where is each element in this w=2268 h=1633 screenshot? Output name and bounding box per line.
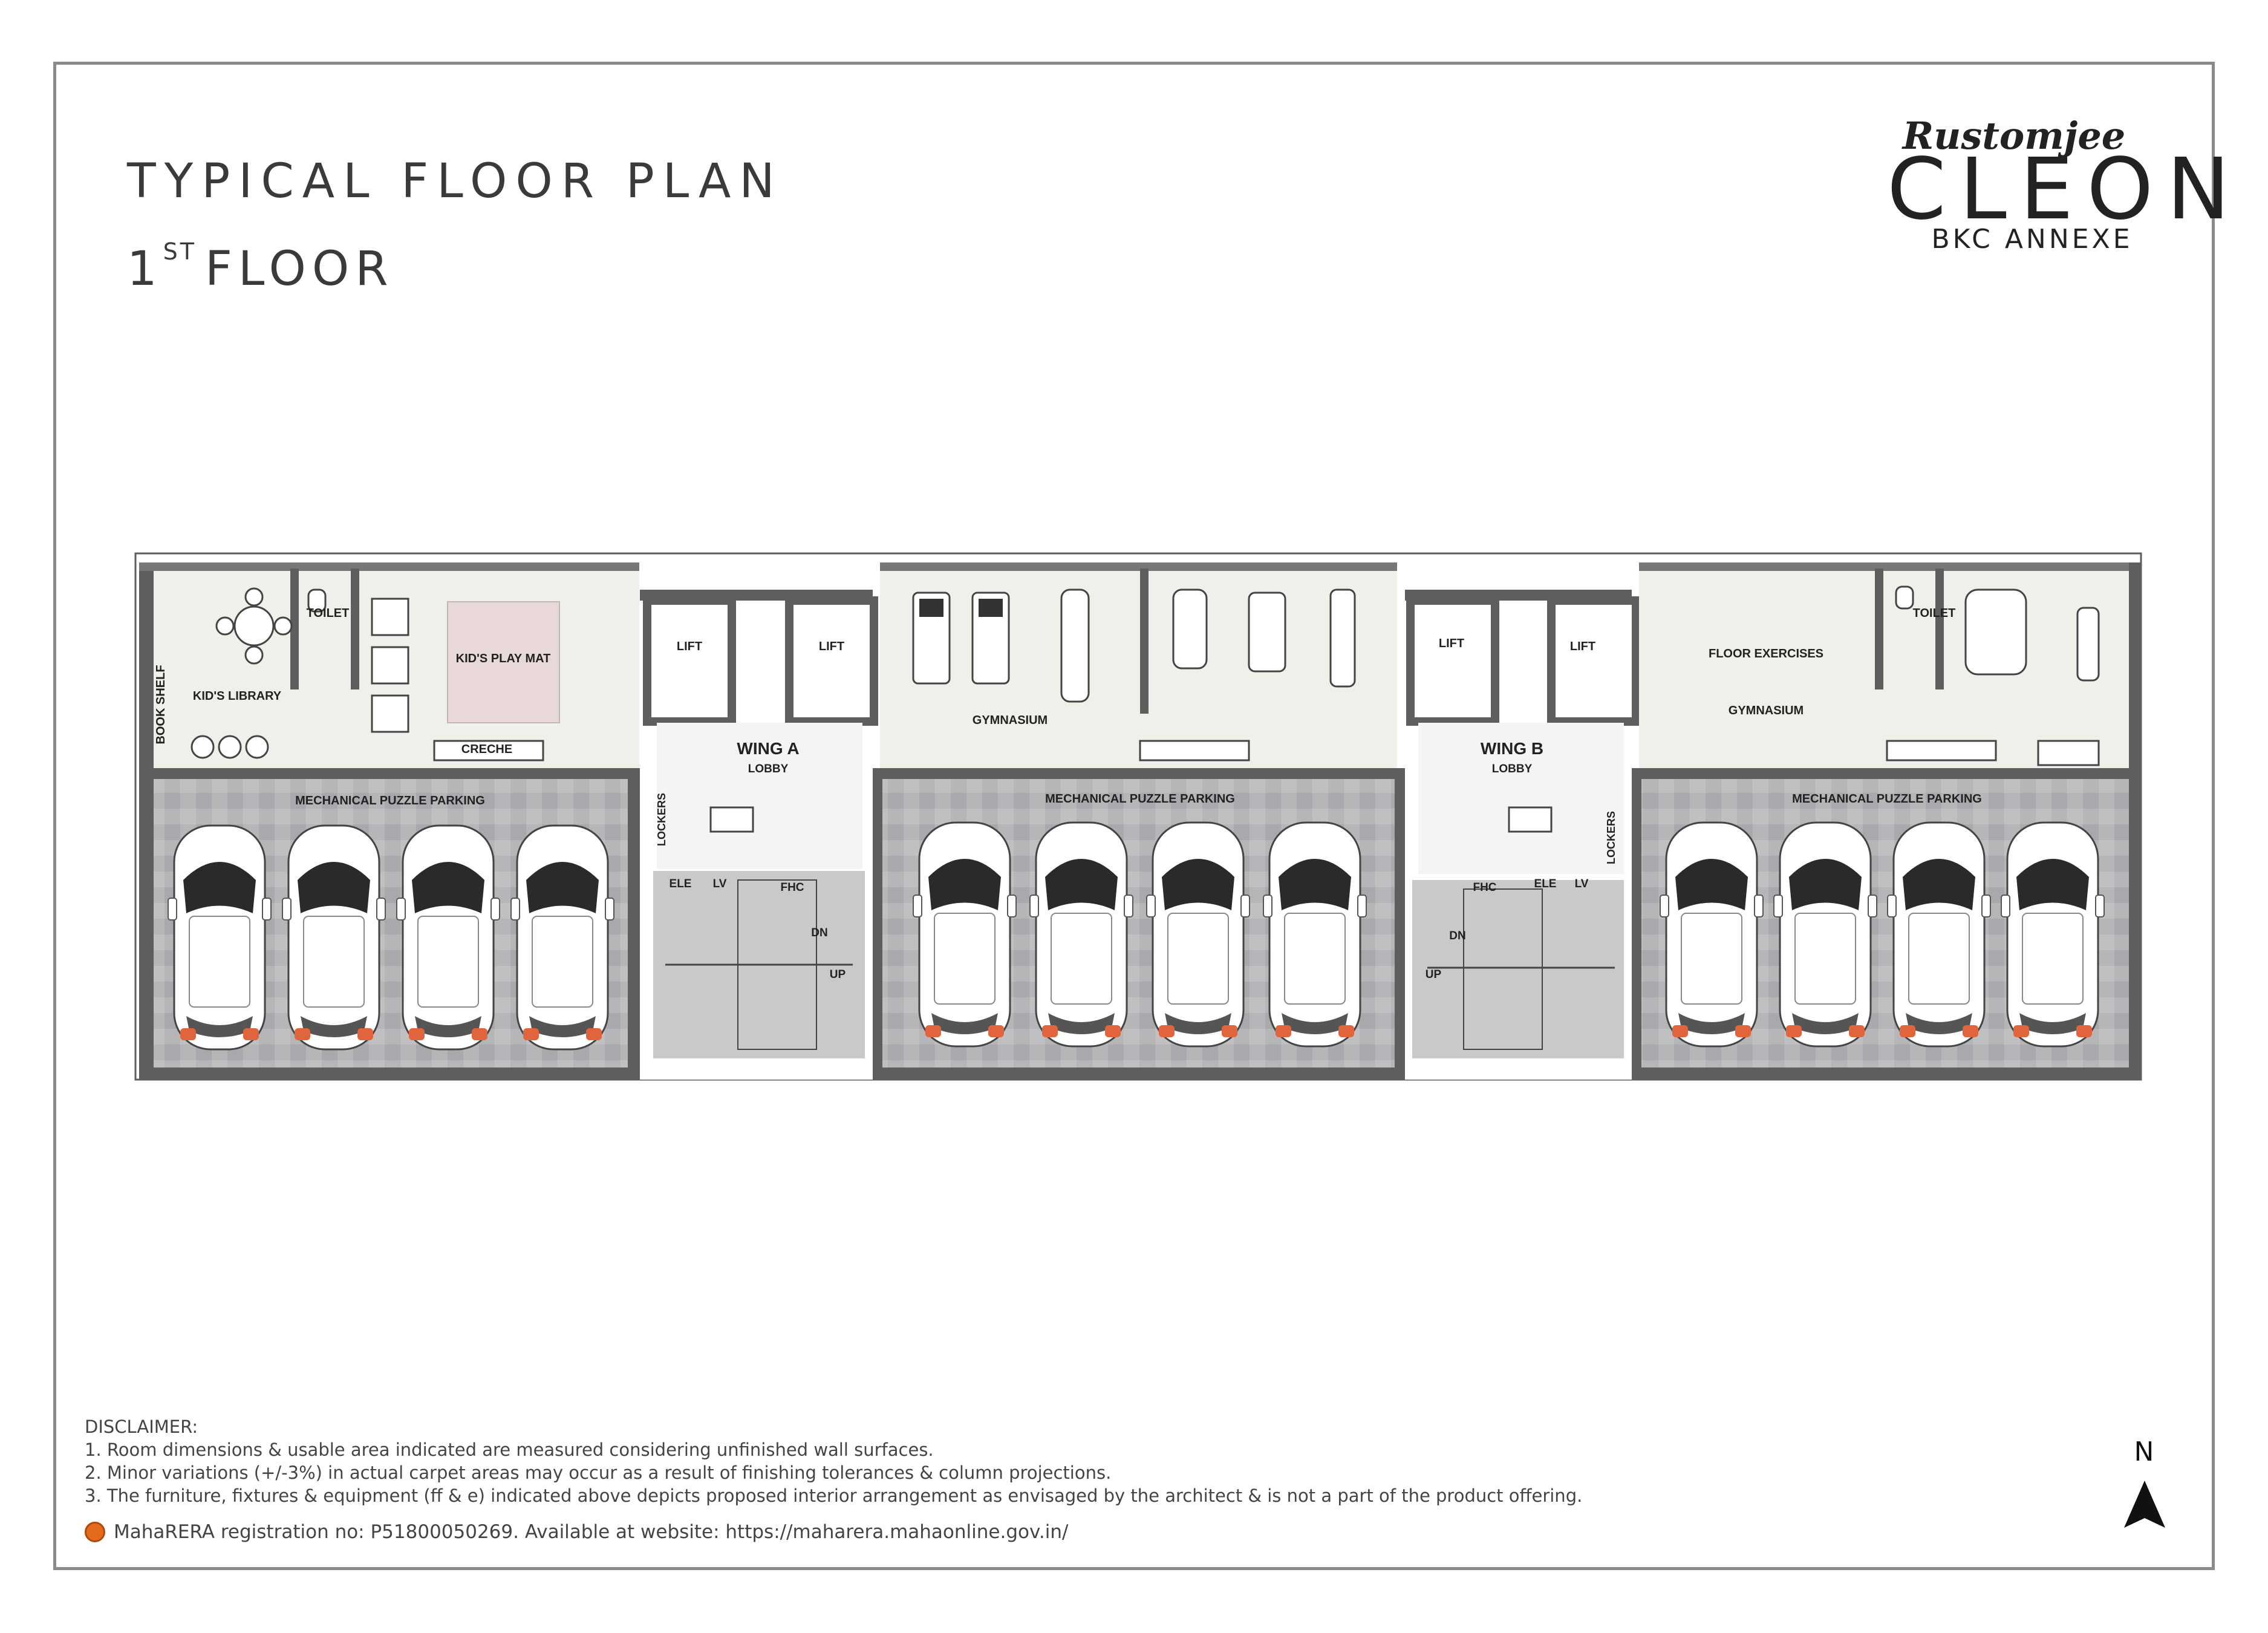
floor-heading: 1ST FLOOR <box>127 238 394 296</box>
label-lockers-b: LOCKERS <box>1605 811 1617 864</box>
label-ele-b: ELE <box>1534 878 1557 890</box>
label-parking-2: MECHANICAL PUZZLE PARKING <box>1045 792 1235 806</box>
label-lockers-a: LOCKERS <box>656 793 668 846</box>
label-creche: CRECHE <box>461 743 512 756</box>
north-label: N <box>2134 1436 2154 1467</box>
rera-text: MahaRERA registration no: P51800050269. … <box>114 1521 1069 1543</box>
car <box>2000 821 2105 1048</box>
label-lift-a2: LIFT <box>819 640 844 653</box>
car <box>1145 821 1251 1048</box>
project-location: BKC ANNEXE <box>1931 224 2133 255</box>
label-gym-a: GYMNASIUM <box>973 714 1048 727</box>
floor-suffix: ST <box>163 238 197 265</box>
car <box>396 824 501 1051</box>
label-wing-a: WING A <box>737 739 799 758</box>
label-ele-a: ELE <box>670 878 692 890</box>
car <box>1886 821 1992 1048</box>
rera-registration: MahaRERA registration no: P51800050269. … <box>85 1521 1069 1543</box>
car <box>1773 821 1878 1048</box>
car <box>912 821 1017 1048</box>
disclaimer-item: 1. Room dimensions & usable area indicat… <box>85 1439 934 1460</box>
label-fhc-b: FHC <box>1473 881 1496 894</box>
label-floor-exercises: FLOOR EXERCISES <box>1709 647 1823 660</box>
label-gym-b: GYMNASIUM <box>1729 704 1804 717</box>
floor-plan: BOOK SHELF KID'S LIBRARY TOILET CRECHE K… <box>134 552 2142 1081</box>
disclaimer: DISCLAIMER: 1. Room dimensions & usable … <box>85 1415 1582 1507</box>
disclaimer-heading: DISCLAIMER: <box>85 1416 198 1437</box>
label-lv-a: LV <box>713 878 727 890</box>
car <box>1029 821 1134 1048</box>
car <box>510 824 615 1051</box>
north-arrow-icon <box>2124 1481 2165 1528</box>
label-toilet-b: TOILET <box>1913 607 1956 620</box>
page-title: TYPICAL FLOOR PLAN <box>127 154 783 209</box>
label-lift-b1: LIFT <box>1439 637 1464 650</box>
label-lift-b2: LIFT <box>1570 640 1595 653</box>
floor-number: 1 <box>127 242 163 296</box>
label-toilet-a: TOILET <box>307 607 350 620</box>
car <box>167 824 272 1051</box>
label-parking-3: MECHANICAL PUZZLE PARKING <box>1792 792 1982 806</box>
label-dn-b: DN <box>1449 930 1465 942</box>
label-parking-1: MECHANICAL PUZZLE PARKING <box>295 794 485 807</box>
label-up-b: UP <box>1426 968 1442 981</box>
label-up-a: UP <box>830 968 846 981</box>
label-lift-a1: LIFT <box>677 640 702 653</box>
floor-label: FLOOR <box>204 242 394 296</box>
label-fhc-a: FHC <box>780 881 804 894</box>
car <box>1659 821 1764 1048</box>
label-dn-a: DN <box>811 927 827 939</box>
disclaimer-item: 2. Minor variations (+/-3%) in actual ca… <box>85 1462 1112 1483</box>
label-kids-play-mat: KID'S PLAY MAT <box>456 652 551 665</box>
label-book-shelf: BOOK SHELF <box>154 665 168 744</box>
disclaimer-item: 3. The furniture, fixtures & equipment (… <box>85 1485 1583 1506</box>
label-lobby-b: LOBBY <box>1492 763 1533 775</box>
label-wing-b: WING B <box>1481 739 1543 758</box>
maharera-logo-icon <box>85 1522 105 1542</box>
project-name: CLEON <box>1887 140 2244 239</box>
label-lobby-a: LOBBY <box>748 763 789 775</box>
label-lv-b: LV <box>1575 878 1589 890</box>
car <box>1262 821 1367 1048</box>
label-kids-library: KID'S LIBRARY <box>193 689 282 703</box>
car <box>281 824 386 1051</box>
